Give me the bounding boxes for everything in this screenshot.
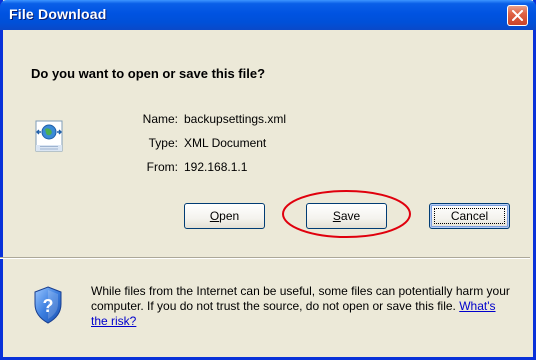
close-icon	[512, 10, 523, 21]
file-type-label: Type:	[148, 136, 178, 150]
cancel-button[interactable]: Cancel	[429, 203, 510, 229]
title-bar[interactable]: File Download	[0, 0, 536, 30]
focus-ring	[434, 208, 505, 224]
file-from-label: From:	[146, 160, 178, 174]
security-shield-icon: ?	[34, 286, 62, 324]
file-from-value: 192.168.1.1	[184, 160, 248, 174]
warning-text: While files from the Internet can be use…	[91, 284, 510, 313]
xml-document-icon	[35, 120, 63, 152]
save-button[interactable]: Save	[306, 203, 387, 229]
window-title: File Download	[9, 6, 107, 22]
open-button-label: Open	[209, 209, 240, 223]
dialog-question: Do you want to open or save this file?	[31, 66, 266, 81]
svg-text:?: ?	[43, 296, 54, 316]
security-warning: While files from the Internet can be use…	[91, 284, 511, 329]
open-button[interactable]: Open	[184, 203, 265, 229]
file-name-value: backupsettings.xml	[184, 112, 287, 126]
file-name-label: Name:	[142, 112, 178, 126]
close-button[interactable]	[507, 5, 528, 26]
save-button-label: Save	[332, 209, 361, 223]
separator-highlight	[0, 258, 530, 259]
file-type-value: XML Document	[184, 136, 267, 150]
